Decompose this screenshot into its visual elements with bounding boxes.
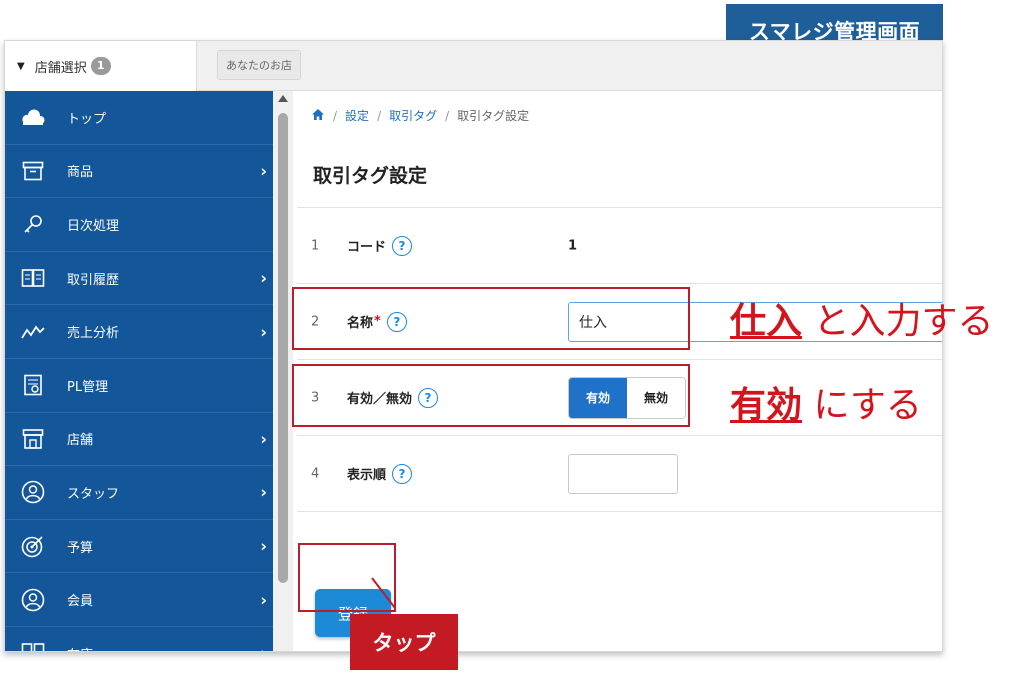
field-label-display-order: 表示順 ?	[347, 463, 413, 484]
scroll-up-arrow-icon[interactable]	[278, 95, 288, 102]
cloud-icon	[21, 105, 45, 129]
field-label-code: コード ?	[347, 235, 413, 256]
chevron-right-icon: ›	[260, 536, 267, 556]
row-number: 1	[311, 238, 320, 253]
help-icon[interactable]: ?	[392, 463, 413, 484]
breadcrumb-transaction-tag[interactable]: 取引タグ	[389, 107, 437, 124]
callout-text: にする	[802, 385, 922, 426]
sidebar-item-budget[interactable]: 予算 ›	[5, 520, 273, 574]
sidebar-item-members[interactable]: 会員 ›	[5, 573, 273, 627]
row-number: 4	[311, 466, 320, 481]
breadcrumb-settings[interactable]: 設定	[345, 107, 369, 124]
code-value: 1	[568, 238, 578, 253]
highlight-register-button	[298, 543, 396, 612]
sidebar-item-sales-analysis[interactable]: 売上分析 ›	[5, 305, 273, 359]
store-select-label: 店舗選択	[34, 60, 87, 76]
store-name-chip[interactable]: あなたのお店	[217, 50, 301, 80]
label-text: 表示順	[347, 468, 387, 483]
sidebar-item-label: 売上分析	[67, 326, 120, 342]
sidebar-item-top[interactable]: トップ	[5, 91, 273, 145]
store-select-dropdown[interactable]: ▼ 店舗選択 1	[5, 41, 197, 91]
chevron-right-icon: ›	[260, 590, 267, 610]
sidebar-item-label: 会員	[67, 594, 94, 610]
sidebar-item-products[interactable]: 商品 ›	[5, 145, 273, 199]
report-icon	[21, 373, 45, 397]
sidebar-scrollbar[interactable]	[273, 91, 293, 651]
trend-icon	[21, 320, 45, 344]
sidebar-item-stores[interactable]: 店舗 ›	[5, 413, 273, 467]
sidebar-item-label: 店舗	[67, 433, 94, 449]
member-icon	[21, 588, 45, 612]
sidebar-item-label: PL管理	[67, 379, 109, 395]
sidebar-item-label: スタッフ	[67, 486, 120, 502]
page-title: 取引タグ設定	[313, 165, 428, 187]
home-icon[interactable]	[311, 108, 325, 124]
sidebar-item-inventory[interactable]: 在庫 ›	[5, 627, 273, 651]
highlight-enabled-row	[292, 364, 690, 427]
topbar: ▼ 店舗選択 1 あなたのお店	[5, 41, 942, 91]
caret-down-icon: ▼	[17, 60, 25, 72]
sidebar-item-label: 予算	[67, 540, 94, 556]
callout-set-enabled: 有効 にする	[730, 376, 922, 428]
chevron-right-icon: ›	[260, 482, 267, 502]
inventory-icon	[21, 641, 45, 651]
breadcrumb-separator: /	[377, 108, 382, 123]
staff-icon	[21, 480, 45, 504]
sidebar-item-staff[interactable]: スタッフ ›	[5, 466, 273, 520]
box-icon	[21, 159, 45, 183]
chevron-right-icon: ›	[260, 644, 267, 651]
form-row-code: 1 コード ? 1	[297, 208, 942, 284]
sidebar-item-pl[interactable]: PL管理	[5, 359, 273, 413]
sidebar-item-label: 取引履歴	[67, 272, 120, 288]
breadcrumb-separator: /	[445, 108, 450, 123]
sidebar-item-daily[interactable]: 日次処理	[5, 198, 273, 252]
chevron-right-icon: ›	[260, 322, 267, 342]
callout-key: 有効	[730, 385, 803, 426]
callout-key: 仕入	[730, 301, 803, 342]
callout-enter-name: 仕入 と入力する	[730, 292, 993, 344]
breadcrumb: / 設定 / 取引タグ / 取引タグ設定	[311, 107, 529, 124]
screenshot-root: スマレジ管理画面 ▼ 店舗選択 1 あなたのお店 トップ 商品 › 日次処理 取…	[0, 0, 1024, 680]
target-icon	[21, 534, 45, 558]
tap-label: タップ	[350, 614, 458, 670]
chevron-right-icon: ›	[260, 268, 267, 288]
breadcrumb-current: 取引タグ設定	[457, 109, 530, 123]
highlight-name-row	[292, 287, 690, 350]
book-icon	[21, 266, 45, 290]
sidebar-item-label: トップ	[67, 111, 107, 127]
display-order-input[interactable]	[568, 453, 678, 494]
breadcrumb-separator: /	[333, 108, 338, 123]
callout-text: と入力する	[802, 301, 994, 342]
sidebar-item-transactions[interactable]: 取引履歴 ›	[5, 252, 273, 306]
chevron-right-icon: ›	[260, 429, 267, 449]
sidebar-item-label: 日次処理	[67, 218, 120, 234]
sidebar-item-label: 在庫	[67, 644, 93, 651]
help-icon[interactable]: ?	[392, 235, 413, 256]
store-count-badge: 1	[90, 57, 111, 75]
label-text: コード	[347, 240, 387, 255]
sidebar: トップ 商品 › 日次処理 取引履歴 › 売上分析 › PL管理 店舗 › スタ…	[5, 91, 273, 651]
store-icon	[21, 427, 45, 451]
form-row-display-order: 4 表示順 ?	[297, 436, 942, 512]
chevron-right-icon: ›	[260, 161, 267, 181]
scroll-thumb[interactable]	[278, 113, 288, 583]
sidebar-item-label: 商品	[67, 165, 94, 181]
key-icon	[21, 212, 45, 236]
